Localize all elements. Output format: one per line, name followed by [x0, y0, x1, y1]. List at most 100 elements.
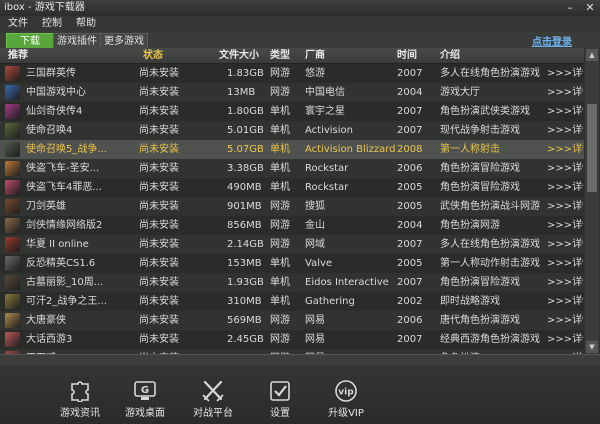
cell-details-link[interactable]: >>>详情: [547, 121, 583, 140]
table-row[interactable]: 使命召唤5_战争... 尚未安装 5.07GB 单机 Activision Blizza…: [0, 140, 584, 160]
game-thumbnail-icon: [5, 256, 20, 271]
cell-vendor: Eidos Interactive: [305, 277, 389, 288]
vip-icon: vip: [335, 380, 357, 402]
table-row[interactable]: 三国群英传 尚未安装 1.83GB 网游 悠游 2007 多人在线角色扮演游戏 >>>详情: [0, 64, 584, 84]
cell-year: 2007: [397, 277, 423, 288]
cell-details-link[interactable]: >>>详情: [547, 311, 583, 330]
cell-type: 网游: [270, 334, 290, 345]
cell-intro: 多人在线角色扮演游戏: [440, 68, 540, 79]
cell-year: 2004: [397, 87, 423, 98]
crossed-swords-icon: [202, 380, 224, 402]
cell-type: 单机: [270, 144, 290, 155]
dock-label: 设置: [270, 408, 290, 419]
cell-vendor: Activision Blizzard: [305, 144, 395, 155]
cell-type: 网游: [270, 315, 290, 326]
cell-type: 单机: [270, 182, 290, 193]
cell-details-link[interactable]: >>>详情: [547, 140, 583, 159]
cell-status: 尚未安装: [139, 106, 179, 117]
table-row[interactable]: 仙剑奇侠传4 尚未安装 1.80GB 单机 寰宇之星 2007 角色扮演武侠类游戏 >>>详情: [0, 102, 584, 122]
cell-year: 2004: [397, 220, 423, 231]
cell-vendor: 寰宇之星: [305, 106, 345, 117]
vertical-scrollbar[interactable]: ▲ ▼: [585, 48, 599, 354]
scroll-thumb[interactable]: [587, 104, 597, 192]
puzzle-icon: [71, 381, 89, 402]
cell-vendor: 搜狐: [305, 201, 325, 212]
cell-size: 310MB: [227, 296, 262, 307]
dock-settings[interactable]: 设置: [250, 380, 310, 420]
table-row[interactable]: 可汗2_战争之王... 尚未安装 310MB 单机 Gathering 2002 即时战略游…: [0, 292, 584, 312]
cell-size: 5.07GB: [227, 144, 264, 155]
cell-details-link[interactable]: >>>详情: [547, 273, 583, 292]
table-row[interactable]: 大话西游3 尚未安装 2.45GB 网游 网易 2007 经典西游角色扮演游戏 >>>详情: [0, 330, 584, 350]
table-row[interactable]: 华夏 II online 尚未安装 2.14GB 网游 网域 2007 多人在线角色扮演游戏…: [0, 235, 584, 255]
cell-name: 三国群英传: [26, 68, 76, 79]
cell-size: 13MB: [227, 87, 256, 98]
cell-intro: 武侠角色扮演战斗网游: [440, 201, 540, 212]
cell-status: 尚未安装: [139, 239, 179, 250]
cell-name: 古墓丽影_10周...: [26, 277, 104, 288]
cell-details-link[interactable]: >>>详情: [547, 330, 583, 349]
cell-size: 153MB: [227, 258, 262, 269]
cell-details-link[interactable]: >>>详情: [547, 159, 583, 178]
column-header-type[interactable]: 类型: [270, 48, 290, 63]
menu-control[interactable]: 控制: [34, 16, 68, 31]
dock-label: 游戏桌面: [125, 408, 165, 419]
table-row[interactable]: 古墓丽影_10周... 尚未安装 1.93GB 单机 Eidos Interactive…: [0, 273, 584, 293]
cell-details-link[interactable]: >>>详情: [547, 64, 583, 83]
column-header-recommend[interactable]: 推荐: [8, 48, 28, 63]
cell-type: 单机: [270, 125, 290, 136]
cell-details-link[interactable]: >>>详情: [547, 102, 583, 121]
cell-details-link[interactable]: >>>详情: [547, 83, 583, 102]
dock-upgrade-vip[interactable]: vip 升级VIP: [316, 380, 376, 420]
column-header-time[interactable]: 时间: [397, 48, 417, 63]
table-row[interactable]: 反恐精英CS1.6 尚未安装 153MB 单机 Valve 2005 第一人称动作射击游戏 >…: [0, 254, 584, 274]
scroll-down-button[interactable]: ▼: [586, 341, 598, 353]
table-row[interactable]: 侠盗飞车-圣安... 尚未安装 3.38GB 单机 Rockstar 2006 角色扮演冒险…: [0, 159, 584, 179]
cell-intro: 角色扮演网游: [440, 220, 500, 231]
game-thumbnail-icon: [5, 294, 20, 309]
table-row[interactable]: 大唐豪侠 尚未安装 569MB 网游 网易 2006 唐代角色扮演游戏 >>>详情: [0, 311, 584, 331]
table-row[interactable]: 中国游戏中心 尚未安装 13MB 网游 中国电信 2004 游戏大厅 >>>详情: [0, 83, 584, 103]
cell-size: 1.83GB: [227, 68, 264, 79]
cell-year: 2005: [397, 258, 423, 269]
dock-battle-platform[interactable]: 对战平台: [183, 380, 243, 420]
column-header-intro[interactable]: 介绍: [440, 48, 460, 63]
cell-details-link[interactable]: >>>详情: [547, 292, 583, 311]
column-header-status[interactable]: 状态: [143, 48, 163, 63]
table-row[interactable]: 剑侠情缘网络版2 尚未安装 856MB 网游 金山 2004 角色扮演网游 >>>详情: [0, 216, 584, 236]
login-link[interactable]: 点击登录: [532, 33, 572, 48]
table-row[interactable]: 刀剑英雄 尚未安装 901MB 网游 搜狐 2005 武侠角色扮演战斗网游 >>>详情: [0, 197, 584, 217]
cell-details-link[interactable]: >>>详情: [547, 197, 583, 216]
cell-details-link[interactable]: >>>详情: [547, 178, 583, 197]
checkbox-icon: [270, 381, 290, 401]
dock-game-news[interactable]: 游戏资讯: [50, 380, 110, 420]
cell-intro: 角色扮演武侠类游戏: [440, 106, 530, 117]
tab-download[interactable]: 下载: [6, 33, 54, 49]
scroll-up-button[interactable]: ▲: [586, 49, 598, 61]
cell-intro: 角色扮演冒险游戏: [440, 182, 520, 193]
cell-year: 2007: [397, 106, 423, 117]
table-row[interactable]: 使命召唤4 尚未安装 5.01GB 单机 Activision 2007 现代战争射击游戏 >…: [0, 121, 584, 141]
cell-details-link[interactable]: >>>详情: [547, 254, 583, 273]
cell-size: 490MB: [227, 182, 262, 193]
cell-status: 尚未安装: [139, 125, 179, 136]
svg-text:G: G: [141, 385, 149, 396]
cell-type: 单机: [270, 277, 290, 288]
close-button[interactable]: ✕: [584, 1, 596, 14]
menu-help[interactable]: 帮助: [68, 16, 102, 31]
table-row[interactable]: 侠盗飞车4罪恶... 尚未安装 490MB 单机 Rockstar 2005 角色扮演冒险游…: [0, 178, 584, 198]
svg-text:vip: vip: [338, 388, 354, 398]
cell-name: 侠盗飞车4罪恶...: [26, 182, 102, 193]
menu-file[interactable]: 文件: [0, 16, 34, 31]
dock-game-desktop[interactable]: G 游戏桌面: [115, 380, 175, 420]
game-thumbnail-icon: [5, 275, 20, 290]
minimize-button[interactable]: –: [564, 1, 576, 14]
cell-vendor: 网易: [305, 315, 325, 326]
tab-more-games[interactable]: 更多游戏: [100, 33, 148, 49]
cell-name: 侠盗飞车-圣安...: [26, 163, 100, 174]
cell-details-link[interactable]: >>>详情: [547, 216, 583, 235]
column-header-vendor[interactable]: 厂商: [305, 48, 325, 63]
column-header-size[interactable]: 文件大小: [219, 48, 259, 63]
tab-plugins[interactable]: 游戏插件: [53, 33, 101, 49]
cell-details-link[interactable]: >>>详情: [547, 235, 583, 254]
